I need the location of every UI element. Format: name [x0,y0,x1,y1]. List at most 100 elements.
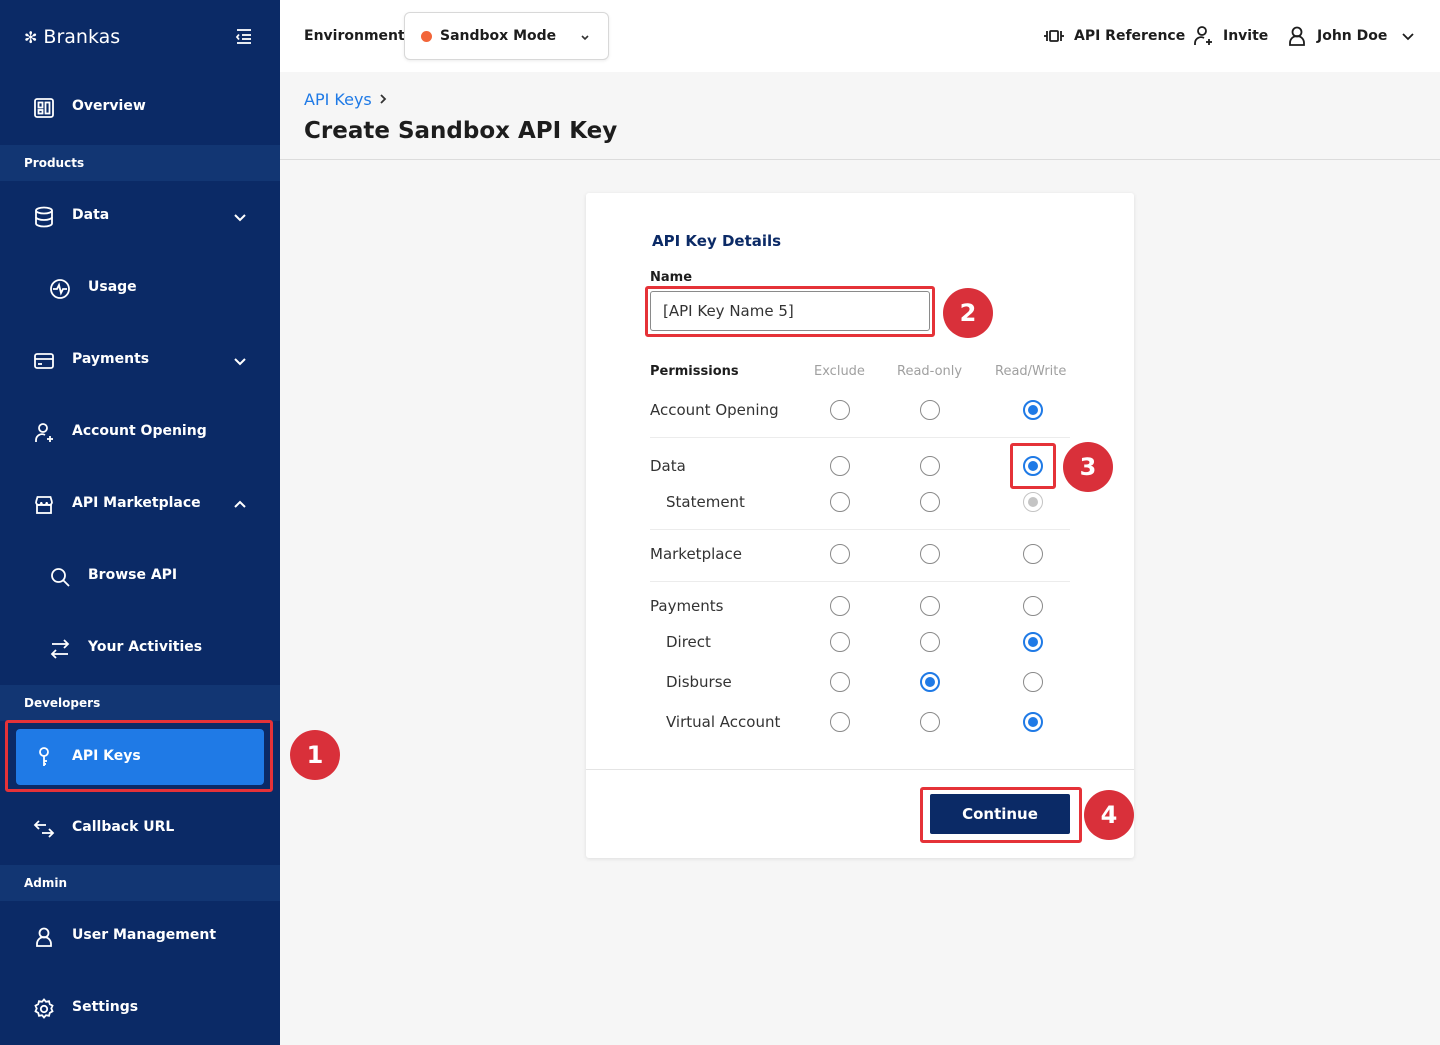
column-header-read-only: Read-only [897,364,963,379]
user-icon [36,927,52,947]
radio-account-opening-read-only[interactable] [920,400,940,420]
radio-direct-exclude[interactable] [830,632,850,652]
chevron-right-icon [380,94,387,104]
radio-data-read-only[interactable] [920,456,940,476]
radio-data-exclude[interactable] [830,456,850,476]
highlight-data-read-write [1010,443,1056,489]
breadcrumb-api-keys[interactable]: API Keys [304,90,372,109]
radio-disburse-read-write[interactable] [1023,672,1043,692]
credit-card-icon [34,353,54,369]
permission-label-marketplace: Marketplace [650,545,742,563]
sidebar-item-your-activities[interactable]: Your Activities [0,613,280,685]
sidebar-item-label: Data [72,207,110,223]
radio-virtual-account-exclude[interactable] [830,712,850,732]
database-icon [35,206,53,228]
sidebar-item-payments[interactable]: Payments [0,325,280,397]
radio-payments-exclude[interactable] [830,596,850,616]
radio-marketplace-read-write[interactable] [1023,544,1043,564]
user-icon [1289,26,1305,46]
sidebar-item-label: User Management [72,927,217,943]
invite-label: Invite [1223,28,1269,44]
sidebar-item-overview[interactable]: Overview [0,72,280,144]
card-footer-divider [586,769,1134,770]
radio-statement-exclude[interactable] [830,492,850,512]
radio-direct-read-only[interactable] [920,632,940,652]
chevron-down-icon[interactable] [230,207,250,227]
radio-direct-read-write[interactable] [1023,632,1043,652]
brand-logo[interactable]: ✻ Brankas [24,24,120,50]
sidebar-item-account-opening[interactable]: Account Opening [0,397,280,469]
highlight-api-keys [5,720,273,792]
menu-collapse-icon[interactable] [234,26,254,46]
chevron-up-icon[interactable] [230,495,250,515]
radio-disburse-read-only[interactable] [920,672,940,692]
sidebar-item-browse-api[interactable]: Browse API [0,541,280,613]
api-reference-link[interactable]: API Reference [1042,24,1185,48]
api-reference-label: API Reference [1074,28,1186,44]
radio-marketplace-exclude[interactable] [830,544,850,564]
sidebar-item-user-management[interactable]: User Management [0,901,280,973]
radio-statement-read-write [1023,492,1043,512]
section-developers: Developers [0,685,280,721]
highlight-continue [920,787,1082,843]
radio-payments-read-only[interactable] [920,596,940,616]
section-products: Products [0,145,280,181]
invite-link[interactable]: Invite [1191,24,1268,48]
permission-label-statement: Statement [666,493,745,511]
sidebar-item-label: Usage [88,279,137,295]
page-header: API Keys Create Sandbox API Key [280,72,1440,160]
radio-statement-read-only[interactable] [920,492,940,512]
api-icon [1044,30,1064,42]
column-header-exclude: Exclude [814,364,865,379]
sidebar-item-usage[interactable]: Usage [0,253,280,325]
radio-virtual-account-read-write[interactable] [1023,712,1043,732]
dashboard-icon [34,98,54,118]
user-add-icon [35,423,53,442]
permission-label-account-opening: Account Opening [650,401,779,419]
radio-account-opening-exclude[interactable] [830,400,850,420]
section-admin: Admin [0,865,280,901]
activity-icon [50,279,70,299]
radio-disburse-exclude[interactable] [830,672,850,692]
sidebar-item-label: Account Opening [72,423,207,439]
search-icon [51,568,70,587]
sidebar-item-label: Payments [72,351,150,367]
environment-value: Sandbox Mode [440,28,557,44]
sidebar-item-label: Overview [72,98,146,114]
column-header-read-write: Read/Write [995,364,1067,379]
radio-virtual-account-read-only[interactable] [920,712,940,732]
radio-account-opening-read-write[interactable] [1023,400,1043,420]
chevron-down-icon [581,35,589,41]
environment-select[interactable]: Sandbox Mode [404,12,609,60]
sidebar-item-data[interactable]: Data [0,181,280,253]
form-section-title: API Key Details [652,232,782,250]
callback-arrows-icon [33,820,55,838]
sidebar-item-label: Browse API [88,567,178,583]
radio-payments-read-write[interactable] [1023,596,1043,616]
sidebar-item-api-marketplace[interactable]: API Marketplace [0,469,280,541]
store-icon [35,496,53,514]
sidebar-item-label: Callback URL [72,819,175,835]
sidebar-item-label: Settings [72,999,139,1015]
user-menu[interactable]: John Doe [1285,24,1417,48]
chevron-down-icon[interactable] [230,351,250,371]
sidebar-item-callback-url[interactable]: Callback URL [0,793,280,865]
top-header: Environment: Sandbox Mode API Reference … [280,0,1440,72]
step-badge-2: 2 [943,288,993,338]
permissions-label: Permissions [650,364,739,379]
permission-label-direct: Direct [666,633,711,651]
user-name: John Doe [1317,28,1388,44]
permission-label-disburse: Disburse [666,673,732,691]
sidebar-item-settings[interactable]: Settings [0,973,280,1045]
step-badge-3: 3 [1063,442,1113,492]
brand-name: Brankas [43,26,121,48]
permission-label-data: Data [650,457,686,475]
step-badge-4: 4 [1084,790,1134,840]
page-title: Create Sandbox API Key [304,118,618,144]
user-add-icon [1194,26,1212,45]
highlight-name-input [645,286,935,337]
environment-label: Environment: [304,28,411,44]
step-badge-1: 1 [290,730,340,780]
radio-marketplace-read-only[interactable] [920,544,940,564]
brankas-logo-icon: ✻ [24,27,38,47]
